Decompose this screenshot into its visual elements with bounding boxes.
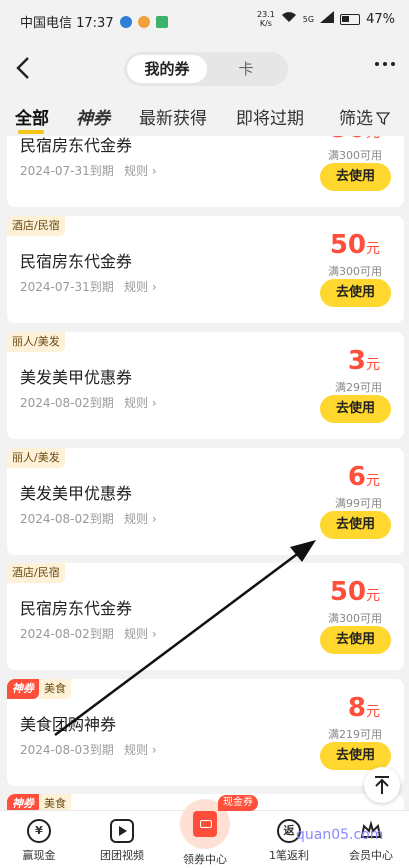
tab-label: 赢现金 (22, 849, 56, 862)
tab-filter[interactable]: 筛选 (339, 104, 390, 129)
use-button[interactable]: 去使用 (320, 626, 391, 654)
notification-icon (119, 15, 132, 28)
watermark: quan05.com (296, 827, 384, 843)
category-tag: 酒店/民宿 (7, 563, 65, 583)
coupon-expiry: 2024-08-02到期 (20, 512, 114, 526)
top-nav: 我的券 卡 (0, 40, 409, 96)
shen-tag: 神券 (7, 794, 39, 810)
tab-newest[interactable]: 最新获得 (139, 104, 207, 129)
carrier-time: 中国电信 17:37 (20, 16, 114, 31)
coupon-card: 丽人/美发 美发美甲优惠券 2024-08-02到期 规则 › 3元 满29可用… (7, 332, 404, 439)
network-speed: 23.1 K/s (256, 10, 275, 28)
tab-underline (18, 130, 44, 134)
coupon-condition: 满300可用 (328, 149, 382, 162)
coupon-title: 民宿房东代金券 (20, 252, 133, 271)
tab-label: 领券中心 (183, 853, 227, 866)
filter-tabs: 全部 神券 最新获得 即将过期 筛选 (0, 96, 409, 136)
notification-icon (155, 15, 168, 28)
tab-shen[interactable]: 神券 (76, 104, 110, 129)
tab-all[interactable]: 全部 (15, 104, 49, 129)
coupon-card: 丽人/美发 美发美甲优惠券 2024-08-02到期 规则 › 6元 满99可用… (7, 448, 404, 555)
coupon-expiry: 2024-07-31到期 (20, 164, 114, 178)
tab-label: 会员中心 (349, 849, 393, 862)
signal-label: 5G (302, 14, 315, 24)
back-to-top-button[interactable] (364, 767, 400, 803)
coupon-expiry: 2024-08-02到期 (20, 627, 114, 641)
use-button[interactable]: 去使用 (320, 511, 391, 539)
status-bar: 中国电信 17:37 23.1 K/s 5G 47% (0, 0, 409, 40)
category-tag: 酒店/民宿 (7, 216, 65, 236)
tab-win-cash[interactable]: ¥ 赢现金 (4, 819, 74, 863)
tab-videos[interactable]: 团团视频 (87, 819, 157, 863)
notification-icon (137, 15, 150, 28)
red-envelope-icon (193, 811, 217, 837)
coupon-rules-link[interactable]: 规则 › (124, 625, 157, 642)
coupon-rules-link[interactable]: 规则 › (124, 278, 157, 295)
coupon-rules-link[interactable]: 规则 › (124, 394, 157, 411)
coupon-condition: 满300可用 (328, 265, 382, 278)
battery-icon (340, 13, 361, 25)
coupon-title: 美发美甲优惠券 (20, 368, 133, 387)
back-icon[interactable] (12, 54, 36, 82)
cash-coupon-badge: 现金券 (218, 795, 258, 811)
coupon-expiry: 2024-07-31到期 (20, 280, 114, 294)
coupon-title: 民宿房东代金券 (20, 599, 133, 618)
segment-cards[interactable]: 卡 (207, 55, 285, 83)
more-icon[interactable] (375, 62, 395, 66)
arrow-up-icon (375, 776, 389, 794)
coupon-expiry: 2024-08-03到期 (20, 743, 114, 757)
coupon-amount: 6元 (347, 462, 380, 492)
coupon-condition: 满300可用 (328, 612, 382, 625)
coupon-condition: 满29可用 (335, 381, 382, 394)
tab-label: 团团视频 (100, 849, 144, 862)
coupon-title: 民宿房东代金券 (20, 136, 133, 155)
coupon-amount: 50元 (329, 577, 380, 607)
coupon-rules-link[interactable]: 规则 › (124, 741, 157, 758)
coupon-condition: 满219可用 (328, 728, 382, 741)
use-button[interactable]: 去使用 (320, 742, 391, 770)
use-button[interactable]: 去使用 (320, 279, 391, 307)
coupon-card: 神券 美食 美食团购神券 2024-08-03到期 规则 › 8元 满219可用… (7, 679, 404, 786)
coupon-amount: 50元 (329, 230, 380, 260)
coupon-expiry: 2024-08-02到期 (20, 396, 114, 410)
category-tag: 美食 (39, 679, 71, 699)
coupon-rules-link[interactable]: 规则 › (124, 162, 157, 179)
segment-control: 我的券 卡 (124, 52, 288, 86)
coupon-card: 民宿房东代金券 2024-07-31到期 规则 › 50元 满300可用 去使用 (7, 136, 404, 207)
bottom-tab-bar: ¥ 赢现金 团团视频 现金券 领券中心 返 1笔返利 会员中心 quan05.c… (0, 795, 409, 868)
tab-label: 1笔返利 (269, 849, 309, 862)
filter-icon (376, 112, 390, 125)
shen-tag: 神券 (7, 679, 39, 699)
battery-level: 47% (366, 11, 395, 27)
signal-icon (320, 11, 335, 27)
coupon-rules-link[interactable]: 规则 › (124, 510, 157, 527)
wifi-icon (281, 11, 297, 27)
coupon-title: 美食团购神券 (20, 715, 117, 734)
play-icon (110, 819, 134, 843)
category-tag: 美食 (39, 794, 71, 810)
coupon-amount: 50元 (330, 136, 380, 144)
use-button[interactable]: 去使用 (320, 163, 391, 191)
category-tag: 丽人/美发 (7, 448, 65, 468)
coupon-amount: 8元 (347, 693, 380, 723)
coupon-card: 酒店/民宿 民宿房东代金券 2024-07-31到期 规则 › 50元 满300… (7, 216, 404, 323)
coupon-amount: 3元 (347, 346, 380, 376)
use-button[interactable]: 去使用 (320, 395, 391, 423)
cash-icon: ¥ (27, 819, 51, 843)
segment-my-coupons[interactable]: 我的券 (127, 55, 207, 83)
coupon-title: 美发美甲优惠券 (20, 484, 133, 503)
tab-expiring[interactable]: 即将过期 (236, 104, 304, 129)
coupon-card: 酒店/民宿 民宿房东代金券 2024-08-02到期 规则 › 50元 满300… (7, 563, 404, 670)
coupon-list: 民宿房东代金券 2024-07-31到期 规则 › 50元 满300可用 去使用… (0, 136, 409, 810)
coupon-condition: 满99可用 (335, 497, 382, 510)
filter-label: 筛选 (339, 109, 373, 129)
category-tag: 丽人/美发 (7, 332, 65, 352)
